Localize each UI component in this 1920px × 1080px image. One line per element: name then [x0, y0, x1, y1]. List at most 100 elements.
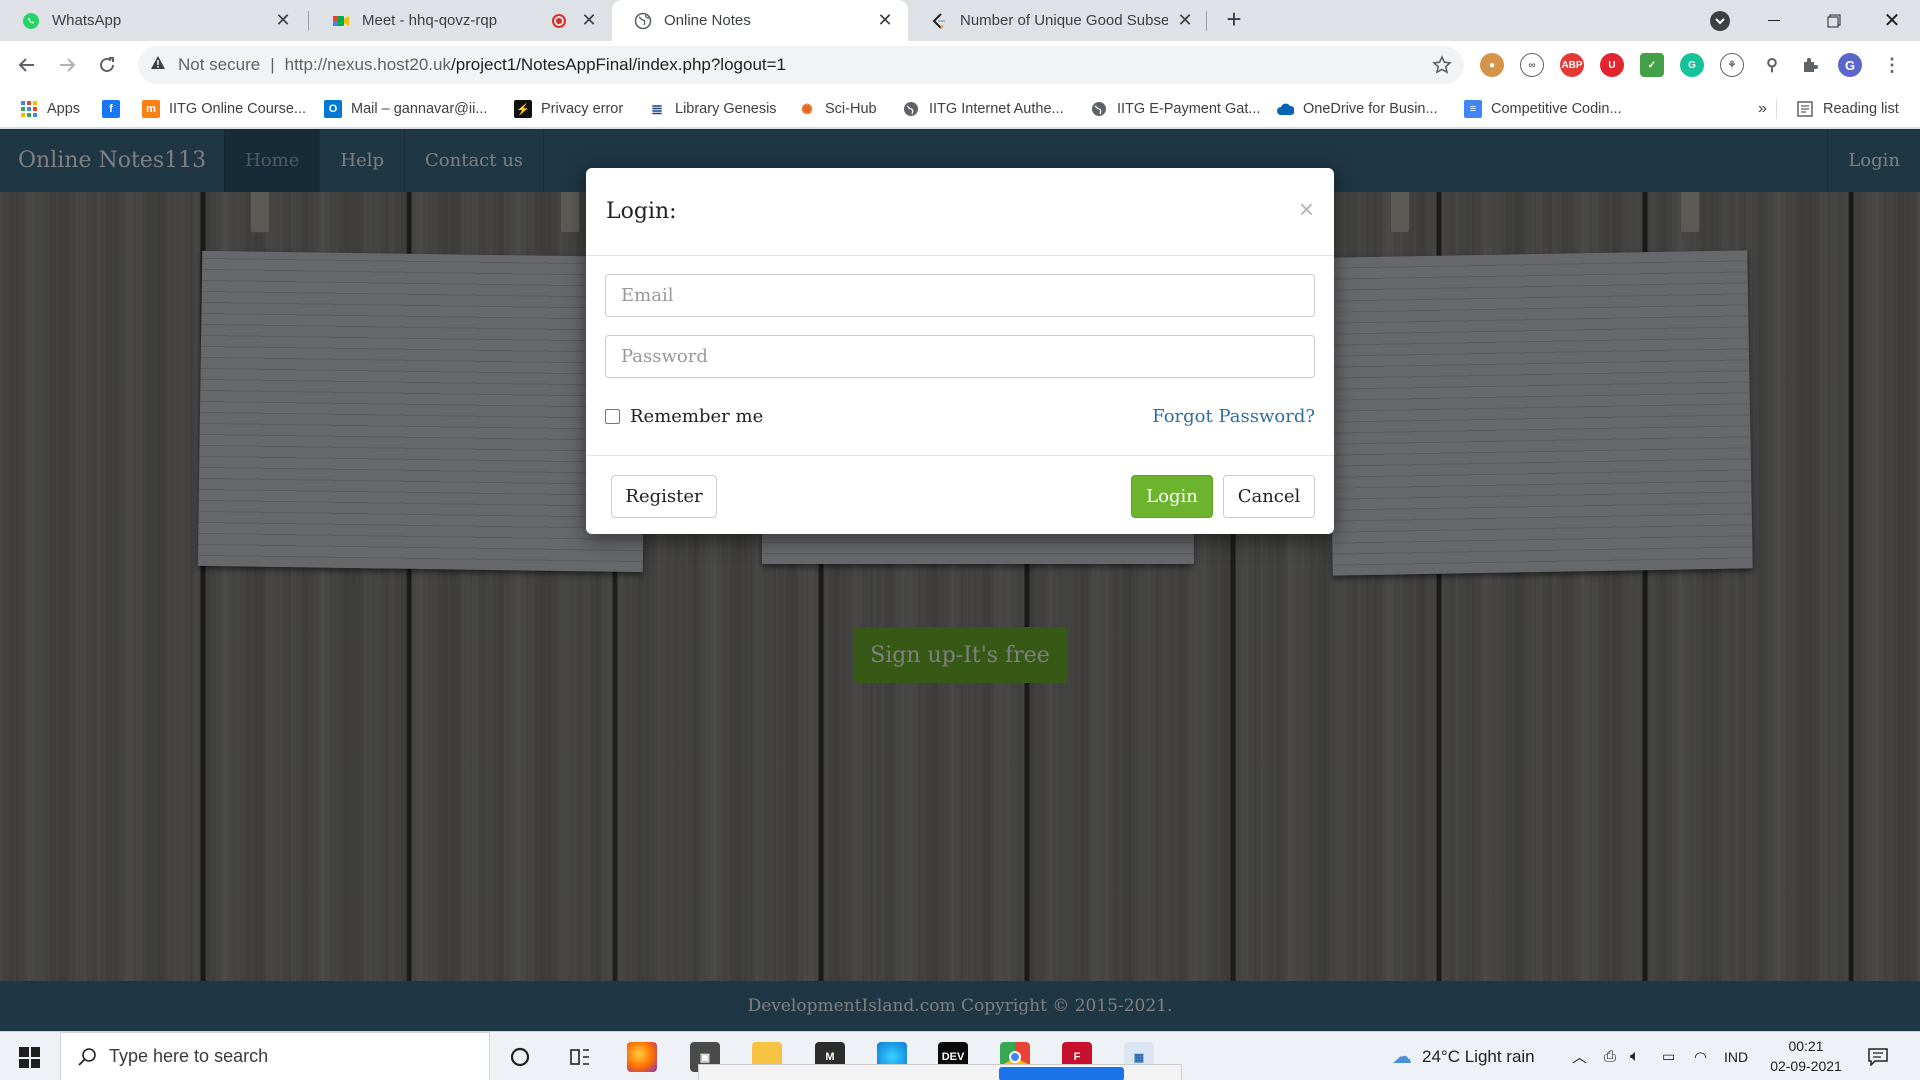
tab-divider: [1206, 11, 1207, 31]
email-field[interactable]: Email: [605, 274, 1315, 317]
cloud-rain-icon: ☁: [1392, 1046, 1412, 1068]
bookmark-label: IITG Internet Authe...: [929, 101, 1064, 117]
tab-whatsapp[interactable]: WhatsApp ✕: [0, 0, 306, 41]
bookmark-library-genesis[interactable]: ≣ Library Genesis: [648, 90, 777, 128]
bookmark-label: Sci-Hub: [825, 101, 877, 117]
menu-kebab-icon[interactable]: ⋮: [1880, 53, 1904, 77]
task-view-icon[interactable]: [565, 1042, 595, 1072]
close-icon[interactable]: ✕: [1176, 10, 1194, 31]
ublock-shield-icon[interactable]: U: [1600, 53, 1624, 77]
tab-title: WhatsApp: [52, 12, 122, 29]
address-bar[interactable]: Not secure | http://nexus.host20.uk/proj…: [138, 46, 1464, 84]
remember-row: Remember me Forgot Password?: [605, 396, 1315, 436]
firefox-icon[interactable]: [627, 1042, 657, 1072]
cookie-extension-icon[interactable]: ●: [1480, 53, 1504, 77]
new-tab-button[interactable]: +: [1220, 6, 1248, 34]
login-button[interactable]: Login: [1131, 475, 1213, 518]
windows-start-icon[interactable]: [19, 1047, 40, 1068]
battery-icon[interactable]: ▭: [1662, 1032, 1675, 1080]
taskbar-search-box[interactable]: Type here to search: [60, 1032, 490, 1080]
bookmark-onedrive[interactable]: OneDrive for Busin...: [1276, 90, 1438, 128]
checklist-extension-icon[interactable]: ✓: [1640, 53, 1664, 77]
reading-list-button[interactable]: Reading list: [1796, 90, 1899, 128]
bookmarks-bar: Apps f m IITG Online Course... O Mail – …: [0, 90, 1920, 128]
close-icon[interactable]: ✕: [580, 10, 598, 31]
search-icon: [77, 1047, 97, 1067]
tab-search-icon[interactable]: [1710, 11, 1730, 31]
search-placeholder: Type here to search: [109, 1046, 269, 1066]
extensions-puzzle-icon[interactable]: [1798, 53, 1822, 77]
tab-divider: [308, 11, 309, 31]
accessibility-extension-icon[interactable]: ⚘: [1720, 53, 1744, 77]
close-window-button[interactable]: ✕: [1864, 0, 1920, 41]
bookmark-mail[interactable]: O Mail – gannavar@ii...: [324, 90, 487, 128]
tab-online-notes[interactable]: Online Notes ✕: [612, 0, 908, 41]
url-path: /project1/NotesAppFinal/index.php?logout…: [450, 55, 787, 74]
bookmark-label: Privacy error: [541, 101, 624, 117]
bookmark-iitg-online-courses[interactable]: m IITG Online Course...: [142, 90, 306, 128]
remember-me-label[interactable]: Remember me: [630, 406, 763, 427]
back-button[interactable]: [12, 50, 42, 80]
minimize-button[interactable]: [1746, 0, 1802, 41]
globe-icon: [902, 100, 920, 118]
google-meet-icon: [332, 12, 350, 30]
warning-triangle-icon: [150, 55, 168, 75]
bookmark-label: Mail – gannavar@ii...: [351, 101, 488, 117]
notifications-icon[interactable]: [1868, 1032, 1888, 1080]
profile-avatar[interactable]: G: [1838, 53, 1862, 77]
link-extension-icon[interactable]: ∞: [1520, 53, 1544, 77]
bookmark-sci-hub[interactable]: ✺ Sci-Hub: [798, 90, 877, 128]
omnibox-divider: |: [270, 55, 275, 74]
bookmark-label: Apps: [47, 101, 81, 117]
bookmarks-overflow-button[interactable]: »: [1758, 90, 1767, 128]
bookmark-competitive-coding[interactable]: ≡ Competitive Codin...: [1464, 90, 1622, 128]
cancel-button[interactable]: Cancel: [1223, 475, 1315, 518]
modal-close-icon[interactable]: ×: [1299, 194, 1314, 225]
bookmark-iitg-internet-auth[interactable]: IITG Internet Authe...: [902, 90, 1064, 128]
language-indicator[interactable]: IND: [1724, 1032, 1748, 1080]
grammarly-icon[interactable]: G: [1680, 53, 1704, 77]
onedrive-icon: [1276, 100, 1294, 118]
bookmark-label: Competitive Codin...: [1491, 101, 1622, 117]
taskbar-clock[interactable]: 00:21 02-09-2021: [1756, 1036, 1856, 1076]
reload-button[interactable]: [92, 50, 122, 80]
browser-tab-strip: WhatsApp ✕ Meet - hhq-qovz-rqp ✕ Online …: [0, 0, 1920, 41]
tray-chevron-up-icon[interactable]: ︿: [1572, 1032, 1587, 1080]
location-pin-icon[interactable]: ⚲: [1760, 53, 1784, 77]
modal-title: Login:: [606, 199, 677, 224]
bookmark-privacy-error[interactable]: ⚡ Privacy error: [514, 90, 623, 128]
tab-leetcode[interactable]: Number of Unique Good Subseq ✕: [908, 0, 1208, 41]
bookmark-facebook[interactable]: f: [102, 90, 129, 128]
password-field[interactable]: Password: [605, 335, 1315, 378]
close-icon[interactable]: ✕: [274, 10, 292, 31]
modal-footer: Register Login Cancel: [586, 456, 1334, 534]
forgot-password-link[interactable]: Forgot Password?: [1152, 406, 1315, 427]
whatsapp-icon: [22, 12, 40, 30]
library-genesis-icon: ≣: [648, 100, 666, 118]
restore-button[interactable]: [1806, 0, 1862, 41]
wifi-icon[interactable]: ◠: [1694, 1032, 1707, 1080]
meet-now-icon[interactable]: ⎙: [1604, 1032, 1616, 1080]
url-text[interactable]: http://nexus.host20.uk/project1/NotesApp…: [285, 55, 786, 75]
close-icon[interactable]: ✕: [876, 10, 894, 31]
bookmark-label: IITG Online Course...: [169, 101, 306, 117]
security-status[interactable]: Not secure: [178, 55, 260, 75]
bookmark-apps[interactable]: Apps: [20, 90, 80, 128]
forward-button[interactable]: [52, 50, 82, 80]
facebook-icon: f: [102, 100, 120, 118]
bookmark-iitg-e-payment[interactable]: IITG E-Payment Gat...: [1090, 90, 1260, 128]
moodle-icon: m: [142, 100, 160, 118]
outlook-icon: O: [324, 100, 342, 118]
tab-google-meet[interactable]: Meet - hhq-qovz-rqp ✕: [310, 0, 612, 41]
remember-me-checkbox[interactable]: [605, 408, 620, 424]
sci-hub-icon: ✺: [798, 100, 816, 118]
register-button[interactable]: Register: [611, 475, 717, 518]
bookmark-star-icon[interactable]: [1432, 55, 1452, 80]
privacy-error-icon: ⚡: [514, 100, 532, 118]
cortana-icon[interactable]: [505, 1042, 535, 1072]
tab-title: Meet - hhq-qovz-rqp: [362, 12, 498, 29]
volume-icon[interactable]: 🔈︎: [1630, 1032, 1640, 1080]
clock-time: 00:21: [1788, 1038, 1824, 1054]
adblock-plus-icon[interactable]: ABP: [1560, 53, 1584, 77]
weather-widget[interactable]: ☁ 24°C Light rain: [1392, 1032, 1535, 1080]
